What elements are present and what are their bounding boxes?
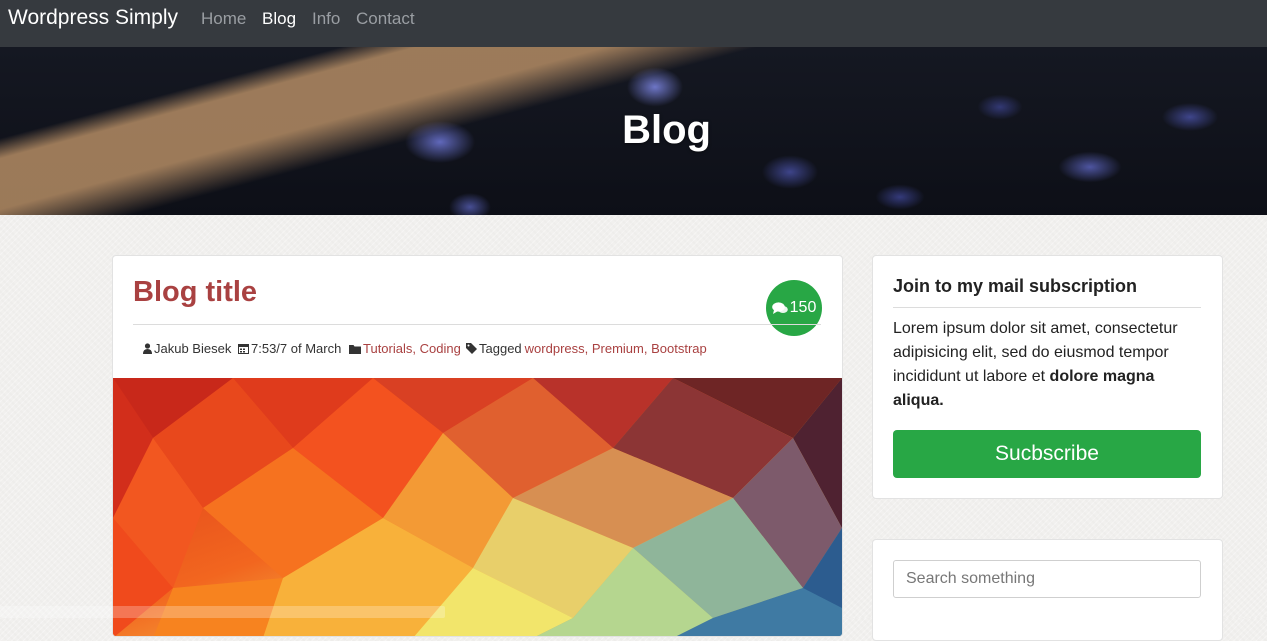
hero-banner: Blog <box>0 47 1267 215</box>
calendar-icon <box>238 344 249 354</box>
comments-count: 150 <box>789 299 817 316</box>
post-tags: Tagged wordpress , Premium , Bootstrap <box>466 341 707 356</box>
nav-link-contact[interactable]: Contact <box>356 9 415 29</box>
navbar: Wordpress Simply Home Blog Info Contact <box>0 0 1267 47</box>
user-icon <box>143 343 152 354</box>
nav-link-blog[interactable]: Blog <box>262 9 296 29</box>
folder-icon <box>349 344 361 354</box>
search-input[interactable] <box>893 560 1201 598</box>
subscribe-button[interactable]: Sucbscribe <box>893 430 1201 478</box>
watermark-bar <box>0 606 445 618</box>
category-separator: , <box>412 341 420 356</box>
post-divider <box>133 324 821 325</box>
tag-premium[interactable]: Premium <box>592 341 644 356</box>
comments-badge[interactable]: 150 <box>766 280 822 336</box>
nav-link-home[interactable]: Home <box>201 9 246 29</box>
page-title: Blog <box>622 108 711 152</box>
post-featured-image[interactable] <box>113 378 842 636</box>
tag-bootstrap[interactable]: Bootstrap <box>651 341 707 356</box>
nav-link-info[interactable]: Info <box>312 9 340 29</box>
brand-link[interactable]: Wordpress Simply <box>8 6 178 30</box>
subscription-heading: Join to my mail subscription <box>893 276 1138 296</box>
search-card <box>872 539 1223 641</box>
post-categories: Tutorials , Coding <box>349 341 461 356</box>
post-datetime: 7:53/7 of March <box>251 341 342 356</box>
author-name: Jakub Biesek <box>154 341 232 356</box>
post-title[interactable]: Blog title <box>133 276 257 309</box>
subscription-divider <box>893 307 1201 308</box>
tag-separator: , <box>643 341 652 356</box>
category-tutorials[interactable]: Tutorials <box>363 341 412 356</box>
tag-separator: , <box>584 341 592 356</box>
subscription-card: Join to my mail subscription Lorem ipsum… <box>872 255 1223 499</box>
blog-post-card: Blog title 150 Jakub Biesek 7:53/7 of Ma… <box>112 255 843 637</box>
tag-wordpress[interactable]: wordpress <box>525 341 585 356</box>
post-date: 7:53/7 of March <box>238 341 341 356</box>
tagged-label: Tagged <box>479 341 522 356</box>
comments-icon <box>771 301 788 314</box>
category-coding[interactable]: Coding <box>420 341 461 356</box>
post-author: Jakub Biesek <box>143 341 231 356</box>
subscription-text: Lorem ipsum dolor sit amet, consectetur … <box>893 317 1205 413</box>
tag-icon <box>466 343 477 354</box>
